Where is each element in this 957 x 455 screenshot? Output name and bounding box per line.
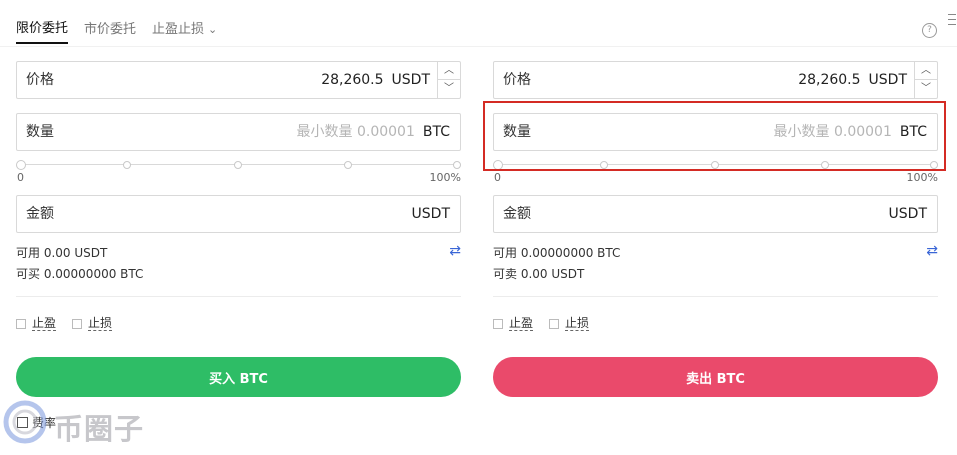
buy-price-input[interactable]: 价格 28,260.5 USDT ︿ ﹀ [16, 61, 461, 99]
watermark-logo-icon [3, 400, 47, 444]
take-profit-label: 止盈 [509, 316, 534, 331]
slider-min-label: 0 [17, 171, 24, 184]
sell-amount-label: 金额 [503, 206, 531, 222]
sell-stop-loss-checkbox[interactable]: 止损 [549, 316, 590, 331]
sell-take-profit-checkbox[interactable]: 止盈 [493, 316, 534, 331]
menu-icon[interactable] [948, 14, 956, 29]
slider-max-label: 100% [906, 171, 938, 184]
checkbox-box[interactable] [16, 318, 26, 329]
checkbox-box[interactable] [72, 318, 82, 329]
buy-panel: 价格 28,260.5 USDT ︿ ﹀ 数量 最小数量 0.00001 BTC 0… [16, 0, 461, 455]
buy-price-label: 价格 [26, 72, 54, 88]
buy-price-unit: USDT [391, 72, 430, 88]
watermark-text: 币圈子 [54, 412, 145, 446]
stop-loss-label: 止损 [565, 316, 590, 331]
buy-price-value: 28,260.5 [321, 72, 384, 88]
slider-min-label: 0 [494, 171, 501, 184]
sell-price-input[interactable]: 价格 28,260.5 USDT ︿ ﹀ [493, 61, 938, 99]
swap-icon[interactable]: ⇄ [926, 243, 938, 259]
slider-step[interactable] [123, 161, 131, 169]
sell-price-stepper: ︿ ﹀ [914, 62, 937, 98]
chevron-up-icon[interactable]: ︿ [915, 62, 937, 80]
slider-max-label: 100% [429, 171, 461, 184]
divider [493, 296, 938, 297]
buy-quantity-slider[interactable] [16, 160, 461, 170]
checkbox-box[interactable] [493, 318, 503, 329]
buy-quantity-label: 数量 [26, 124, 54, 140]
slider-step[interactable] [234, 161, 242, 169]
buy-amount-unit: USDT [411, 206, 450, 222]
chevron-down-icon[interactable]: ﹀ [438, 80, 460, 98]
divider [16, 296, 461, 297]
slider-step[interactable] [453, 161, 461, 169]
sell-max-sell: 可卖 0.00 USDT [493, 267, 585, 281]
buy-quantity-input[interactable]: 数量 最小数量 0.00001 BTC [16, 113, 461, 151]
sell-price-label: 价格 [503, 72, 531, 88]
sell-amount-unit: USDT [888, 206, 927, 222]
slider-handle[interactable] [16, 160, 26, 170]
chevron-down-icon[interactable]: ﹀ [915, 80, 937, 98]
buy-amount-label: 金额 [26, 206, 54, 222]
sell-price-unit: USDT [868, 72, 907, 88]
buy-amount-input[interactable]: 金额 USDT [16, 195, 461, 233]
stop-loss-label: 止损 [88, 316, 113, 331]
sell-btc-button[interactable]: 卖出 BTC [493, 357, 938, 397]
checkbox-box[interactable] [549, 318, 559, 329]
sell-price-value: 28,260.5 [798, 72, 861, 88]
sell-available: 可用 0.00000000 BTC [493, 246, 621, 260]
sell-amount-input[interactable]: 金额 USDT [493, 195, 938, 233]
buy-btc-button[interactable]: 买入 BTC [16, 357, 461, 397]
highlight-box [483, 101, 946, 171]
chevron-up-icon[interactable]: ︿ [438, 62, 460, 80]
buy-available: 可用 0.00 USDT [16, 246, 108, 260]
buy-price-stepper: ︿ ﹀ [437, 62, 460, 98]
buy-quantity-placeholder: 最小数量 0.00001 [296, 124, 415, 140]
buy-stop-loss-checkbox[interactable]: 止损 [72, 316, 113, 331]
swap-icon[interactable]: ⇄ [449, 243, 461, 259]
buy-max-buy: 可买 0.00000000 BTC [16, 267, 144, 281]
take-profit-label: 止盈 [32, 316, 57, 331]
buy-quantity-unit: BTC [422, 124, 450, 140]
slider-step[interactable] [344, 161, 352, 169]
buy-take-profit-checkbox[interactable]: 止盈 [16, 316, 57, 331]
sell-panel: 价格 28,260.5 USDT ︿ ﹀ 数量 最小数量 0.00001 BTC 0… [493, 0, 938, 455]
